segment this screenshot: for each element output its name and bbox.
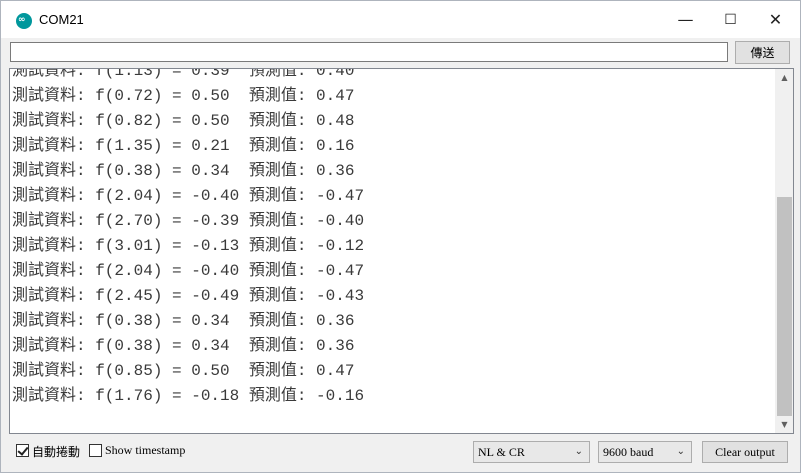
vertical-scrollbar[interactable]: ▲ ▼	[775, 69, 793, 433]
close-button[interactable]: ✕	[753, 1, 798, 38]
output-line: 測試資料: f(2.04) = -0.40 預測值: -0.47	[12, 262, 365, 280]
output-line: 測試資料: f(0.85) = 0.50 預測值: 0.47	[12, 362, 355, 380]
send-row: 傳送	[1, 38, 800, 68]
line-ending-select[interactable]: NL & CR ⌄	[473, 441, 590, 463]
output-line: 測試資料: f(0.82) = 0.50 預測值: 0.48	[12, 112, 355, 130]
output-line: 測試資料: f(1.13) = 0.39 預測值: 0.40	[12, 68, 355, 80]
clear-output-button[interactable]: Clear output	[702, 441, 788, 463]
autoscroll-label: 自動捲動	[32, 445, 81, 459]
timestamp-checkbox[interactable]	[89, 444, 102, 457]
maximize-button[interactable]: ☐	[708, 1, 753, 38]
maximize-icon: ☐	[724, 11, 737, 28]
chevron-down-icon: ⌄	[574, 446, 583, 457]
output-line: 測試資料: f(1.76) = -0.18 預測值: -0.16	[12, 387, 365, 405]
status-bar: 自動捲動 Show timestamp NL & CR ⌄ 9600 baud …	[1, 438, 800, 472]
close-icon: ✕	[768, 10, 783, 29]
output-line: 測試資料: f(0.38) = 0.34 預測值: 0.36	[12, 312, 355, 330]
output-line: 測試資料: f(1.35) = 0.21 預測值: 0.16	[12, 137, 355, 155]
window-title: COM21	[39, 12, 84, 27]
minimize-button[interactable]: —	[663, 1, 708, 38]
scroll-up-icon[interactable]: ▲	[776, 69, 793, 86]
output-line: 測試資料: f(2.45) = -0.49 預測值: -0.43	[12, 287, 365, 305]
scroll-down-icon[interactable]: ▼	[776, 416, 793, 433]
output-lines: 測試資料: f(1.13) = 0.39 預測值: 0.40 測試資料: f(0.…	[12, 68, 365, 409]
chevron-down-icon: ⌄	[676, 446, 685, 457]
serial-monitor-window: ∞ COM21 — ☐ ✕ 傳送 測試資料: f(1.13) = 0.39 預測…	[0, 0, 801, 473]
output-line: 測試資料: f(3.01) = -0.13 預測值: -0.12	[12, 237, 365, 255]
send-button[interactable]: 傳送	[735, 41, 790, 64]
autoscroll-checkbox[interactable]	[16, 444, 29, 457]
output-line: 測試資料: f(2.70) = -0.39 預測值: -0.40	[12, 212, 365, 230]
output-line: 測試資料: f(0.38) = 0.34 預測值: 0.36	[12, 162, 355, 180]
timestamp-label: Show timestamp	[105, 443, 186, 457]
title-bar: ∞ COM21 — ☐ ✕	[1, 1, 800, 38]
output-line: 測試資料: f(2.04) = -0.40 預測值: -0.47	[12, 187, 365, 205]
arduino-icon: ∞	[16, 13, 32, 29]
line-ending-value: NL & CR	[478, 445, 525, 459]
minimize-icon: —	[677, 10, 694, 29]
serial-output[interactable]: 測試資料: f(1.13) = 0.39 預測值: 0.40 測試資料: f(0.…	[9, 68, 794, 434]
baud-select[interactable]: 9600 baud ⌄	[598, 441, 692, 463]
scroll-thumb[interactable]	[777, 197, 792, 416]
baud-value: 9600 baud	[603, 445, 654, 459]
send-input[interactable]	[10, 42, 728, 62]
output-line: 測試資料: f(0.72) = 0.50 預測值: 0.47	[12, 87, 355, 105]
output-line: 測試資料: f(0.38) = 0.34 預測值: 0.36	[12, 337, 355, 355]
